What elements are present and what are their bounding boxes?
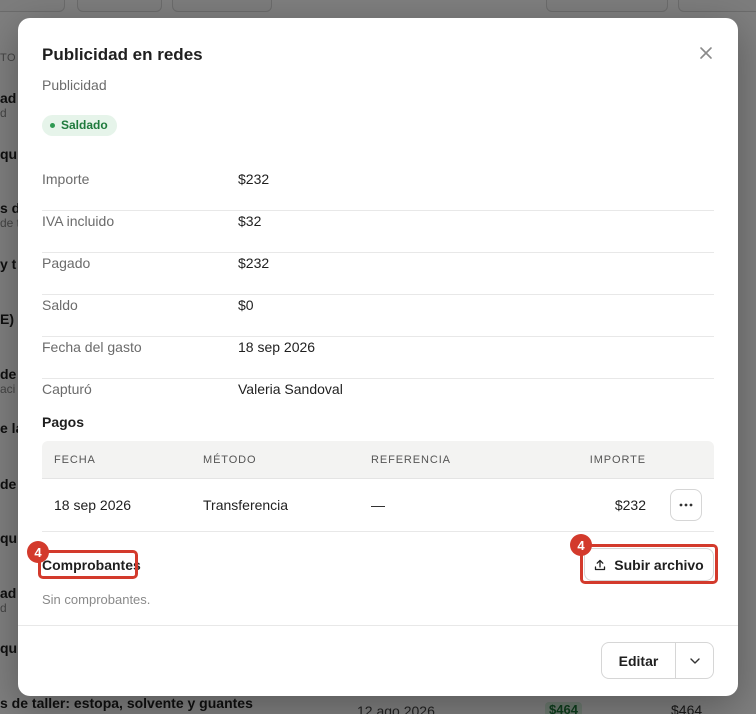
row-actions-button[interactable] <box>670 489 702 521</box>
detail-row: Importe $232 <box>42 169 714 211</box>
close-icon[interactable] <box>696 44 716 64</box>
modal-title: Publicidad en redes <box>42 45 203 64</box>
receipts-title: Comprobantes <box>42 557 141 573</box>
detail-value: $232 <box>238 171 270 187</box>
chevron-down-icon <box>689 657 700 664</box>
edit-button[interactable]: Editar <box>602 643 676 678</box>
detail-row: Fecha del gasto 18 sep 2026 <box>42 337 714 379</box>
status-badge: Saldado <box>42 115 117 136</box>
annotation-badge: 4 <box>570 534 592 556</box>
detail-value: $232 <box>238 255 270 271</box>
detail-row: Capturó Valeria Sandoval <box>42 379 714 421</box>
detail-row: Pagado $232 <box>42 253 714 295</box>
column-header-reference: REFERENCIA <box>371 453 451 466</box>
detail-value: $0 <box>238 297 254 313</box>
detail-label: IVA incluido <box>42 213 115 229</box>
detail-value: Valeria Sandoval <box>238 381 343 397</box>
table-row: 18 sep 2026 Transferencia — $232 <box>42 479 714 532</box>
column-header-method: MÉTODO <box>203 453 257 466</box>
detail-label: Importe <box>42 171 90 187</box>
detail-value: $32 <box>238 213 262 229</box>
payments-table-header: FECHA MÉTODO REFERENCIA IMPORTE <box>42 441 714 479</box>
detail-row: IVA incluido $32 <box>42 211 714 253</box>
payment-method: Transferencia <box>203 497 289 513</box>
detail-label: Fecha del gasto <box>42 339 142 355</box>
footer-divider <box>18 625 738 626</box>
details-list: Importe $232 IVA incluido $32 Pagado $232 S… <box>42 169 714 421</box>
upload-icon <box>595 559 606 570</box>
edit-split-button: Editar <box>601 642 714 679</box>
column-header-date: FECHA <box>54 453 96 466</box>
edit-options-dropdown[interactable] <box>676 643 713 678</box>
annotation-badge: 4 <box>27 541 49 563</box>
payment-reference: — <box>371 497 385 513</box>
upload-file-label: Subir archivo <box>614 556 704 573</box>
payments-title: Pagos <box>42 414 85 430</box>
modal-subtitle: Publicidad <box>42 77 107 93</box>
payment-amount: $232 <box>614 497 646 513</box>
payments-table: FECHA MÉTODO REFERENCIA IMPORTE 18 sep 2… <box>42 441 714 532</box>
detail-label: Capturó <box>42 381 92 397</box>
detail-row: Saldo $0 <box>42 295 714 337</box>
close-icon-glyph <box>700 47 712 59</box>
status-dot-icon <box>50 123 55 128</box>
payment-date: 18 sep 2026 <box>54 497 132 513</box>
detail-label: Pagado <box>42 255 91 271</box>
column-header-amount: IMPORTE <box>589 453 646 466</box>
status-badge-label: Saldado <box>61 118 108 132</box>
receipts-empty-text: Sin comprobantes. <box>42 592 151 607</box>
detail-value: 18 sep 2026 <box>238 339 316 355</box>
expense-detail-modal: Publicidad en redes Publicidad Saldado I… <box>18 18 738 696</box>
upload-file-button[interactable]: Subir archivo <box>584 548 714 581</box>
more-horizontal-icon <box>679 503 693 507</box>
detail-label: Saldo <box>42 297 78 313</box>
